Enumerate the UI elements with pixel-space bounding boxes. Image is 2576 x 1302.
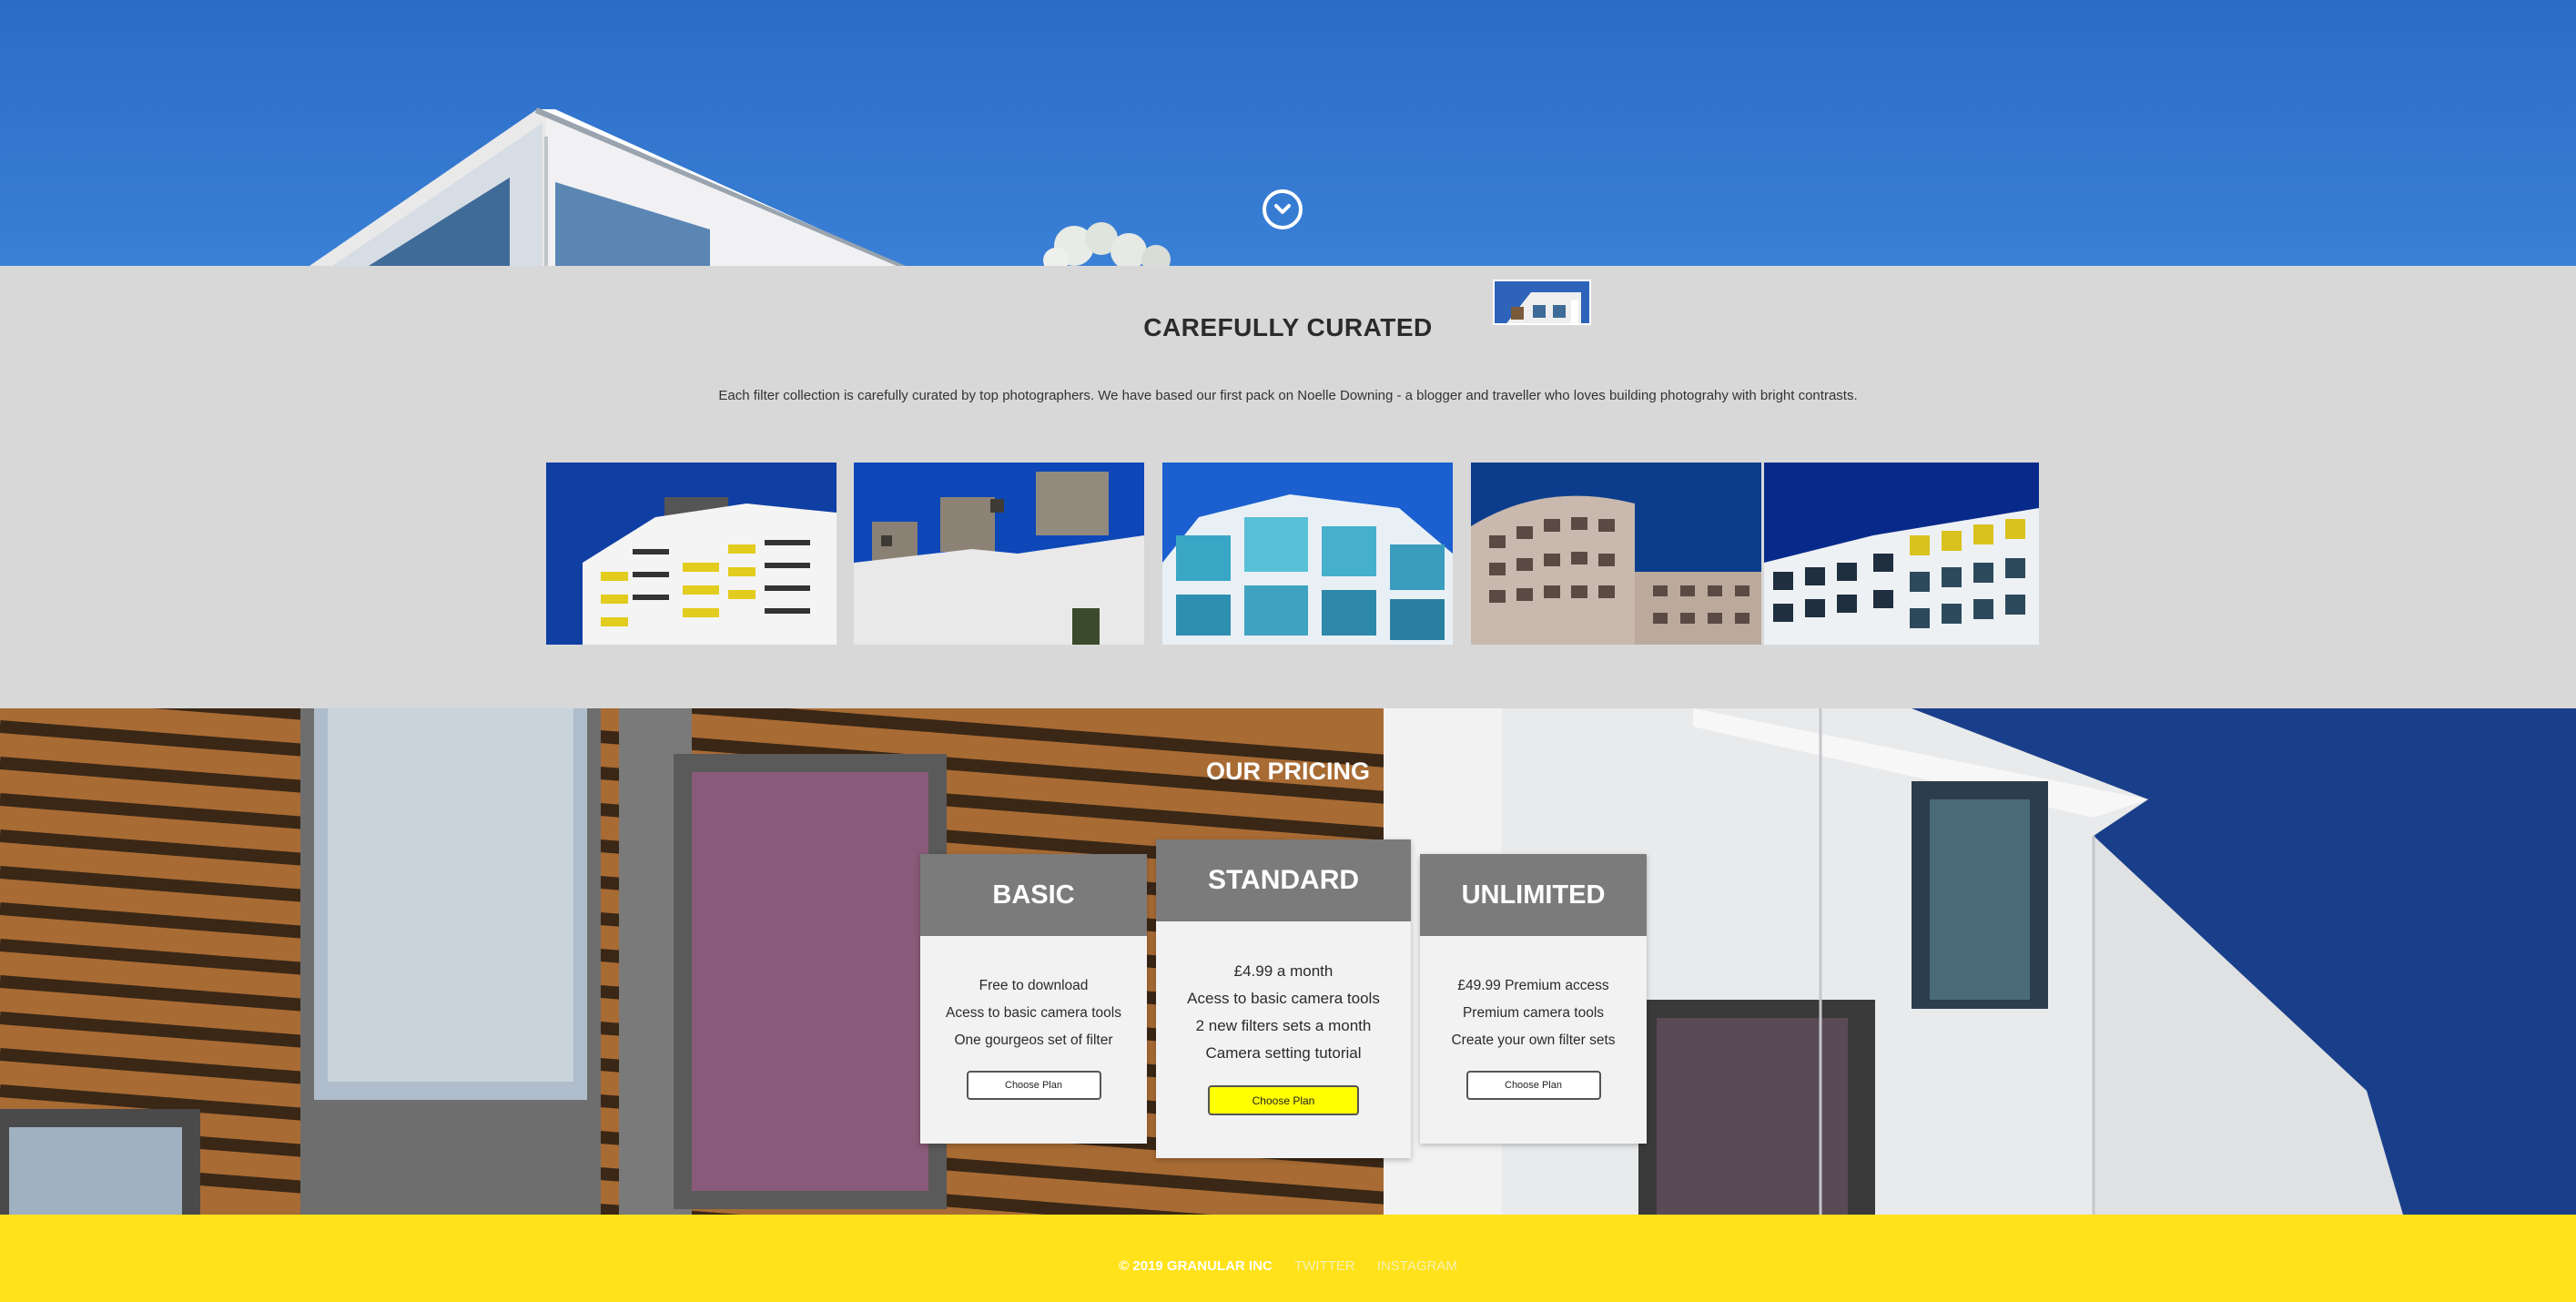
plan-feature: Create your own filter sets — [1451, 1032, 1616, 1048]
photo-gallery — [0, 463, 2576, 645]
plan-features: £4.99 a month Acess to basic camera tool… — [1156, 921, 1411, 1067]
hero-section — [0, 0, 2576, 266]
plan-name: STANDARD — [1156, 839, 1411, 921]
plan-feature: £49.99 Premium access — [1457, 978, 1609, 993]
pricing-title: OUR PRICING — [1205, 758, 1370, 785]
plan-card-unlimited: UNLIMITED £49.99 Premium access Premium … — [1420, 854, 1647, 1144]
scroll-down-button[interactable] — [1263, 189, 1303, 229]
plan-card-basic: BASIC Free to download Acess to basic ca… — [920, 854, 1147, 1144]
footer: © 2019 GRANULAR INC TWITTER INSTAGRAM — [0, 1215, 2576, 1302]
plan-feature: £4.99 a month — [1233, 962, 1334, 980]
plan-feature: Acess to basic camera tools — [946, 1005, 1121, 1021]
plan-card-standard: STANDARD £4.99 a month Acess to basic ca… — [1156, 839, 1411, 1158]
plan-features: £49.99 Premium access Premium camera too… — [1420, 936, 1647, 1054]
gallery-photo[interactable] — [1471, 463, 1761, 645]
gallery-photo[interactable] — [1162, 463, 1453, 645]
plan-features: Free to download Acess to basic camera t… — [920, 936, 1147, 1054]
curated-section: CAREFULLY CURATED Each filter collection… — [0, 266, 2576, 708]
plan-feature: Acess to basic camera tools — [1187, 990, 1380, 1007]
pricing-section: OUR PRICING BASIC Free to download Acess… — [0, 708, 2576, 1215]
curated-description: Each filter collection is carefully cura… — [718, 388, 1858, 403]
gallery-photo[interactable] — [854, 463, 1144, 645]
plan-feature: 2 new filters sets a month — [1195, 1017, 1372, 1034]
curated-title: CAREFULLY CURATED — [1143, 313, 1433, 341]
plan-feature: Free to download — [979, 978, 1089, 993]
gallery-photo[interactable] — [546, 463, 837, 645]
footer-content: © 2019 GRANULAR INC TWITTER INSTAGRAM — [0, 1258, 2576, 1274]
footer-link-twitter[interactable]: TWITTER — [1294, 1258, 1355, 1274]
plan-feature: One gourgeos set of filter — [954, 1032, 1113, 1048]
choose-plan-standard-button[interactable]: Choose Plan — [1208, 1085, 1359, 1115]
footer-link-instagram[interactable]: INSTAGRAM — [1377, 1258, 1457, 1274]
plan-feature: Premium camera tools — [1462, 1005, 1605, 1021]
copyright-text: © 2019 GRANULAR INC — [1119, 1258, 1273, 1274]
choose-plan-basic-button[interactable]: Choose Plan — [966, 1071, 1101, 1100]
plan-name: UNLIMITED — [1420, 854, 1647, 936]
gallery-photo[interactable] — [1764, 463, 2039, 645]
plan-feature: Camera setting tutorial — [1205, 1044, 1362, 1062]
chevron-down-icon — [1274, 204, 1291, 214]
plan-name: BASIC — [920, 854, 1147, 936]
choose-plan-unlimited-button[interactable]: Choose Plan — [1465, 1071, 1601, 1100]
